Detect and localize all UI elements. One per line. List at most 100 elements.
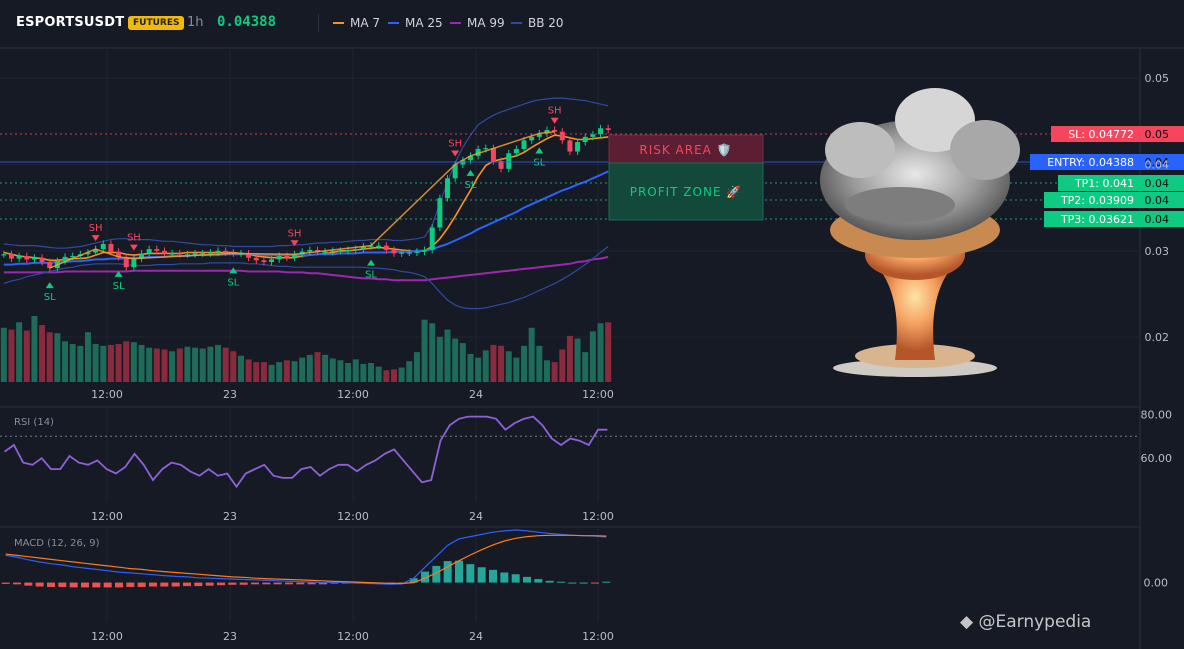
volume-bar [276, 362, 283, 382]
macd-histogram-bar [24, 582, 33, 586]
volume-bar [314, 352, 321, 382]
macd-title: MACD (12, 26, 9) [14, 538, 100, 549]
volume-bar [536, 345, 543, 382]
volume-bar [475, 357, 482, 382]
rsi-title: RSI (14) [14, 417, 54, 428]
swing-low-label: SL [465, 180, 477, 191]
level-label: SL: 0.04772 [1068, 128, 1134, 141]
volume-bar [23, 330, 30, 382]
candle-body [483, 148, 489, 150]
candle-body [437, 198, 443, 228]
candle-body [322, 251, 328, 253]
candle-body [582, 136, 588, 143]
x-tick-label: 12:00 [582, 388, 614, 401]
volume-bar [207, 346, 214, 382]
swing-low-arrow-icon [367, 259, 376, 266]
candle-body [490, 148, 496, 162]
volume-bar [444, 329, 451, 382]
volume-bar [237, 355, 244, 382]
swing-high-arrow-icon [91, 235, 100, 242]
volume-bar [115, 344, 122, 382]
volume-bar [406, 361, 413, 382]
volume-bar [283, 360, 290, 382]
candle-body [8, 254, 14, 259]
x-tick-label: 12:00 [337, 630, 369, 643]
level-label: TP3: 0.03621 [1060, 213, 1134, 226]
x-tick-label: 12:00 [91, 388, 123, 401]
swing-high-arrow-icon [451, 150, 460, 157]
x-tick-label: 12:00 [91, 630, 123, 643]
rsi-y-tick-label: 60.00 [1141, 452, 1173, 465]
macd-histogram-bar [228, 582, 237, 585]
candle-body [16, 255, 22, 259]
candle-body [529, 136, 535, 141]
macd-histogram-bar [251, 582, 259, 585]
candle-body [70, 255, 76, 258]
profit-zone-label: PROFIT ZONE 🚀 [630, 185, 743, 199]
volume-bar [505, 351, 512, 382]
swing-low-label: SL [44, 292, 56, 303]
macd-histogram-bar [92, 582, 101, 588]
swing-low-label: SL [533, 157, 545, 168]
swing-low-label: SL [113, 281, 125, 292]
macd-histogram-bar [35, 582, 44, 587]
volume-bars [0, 316, 612, 382]
candle-body [131, 258, 137, 268]
macd-histogram-bar [443, 561, 452, 583]
level-axis-label: 0.04 [1145, 194, 1170, 207]
macd-histogram-bar [602, 581, 611, 583]
macd-histogram-bar [557, 581, 565, 583]
x-tick-label: 12:00 [582, 510, 614, 523]
macd-histogram-bar [171, 582, 180, 587]
volume-bar [513, 357, 520, 382]
macd-pane: MACD (12, 26, 9) 0.00 [1, 529, 1168, 590]
volume-bar [100, 345, 107, 382]
volume-bar [467, 353, 474, 382]
volume-bar [153, 348, 160, 382]
macd-histogram-bar [511, 574, 520, 583]
candle-body [261, 260, 267, 263]
volume-bar [360, 363, 367, 382]
macd-histogram-bar [103, 582, 112, 588]
candle-body [192, 253, 198, 255]
macd-histogram-bar [307, 582, 316, 585]
candle-body [575, 142, 581, 152]
candle-body [284, 255, 290, 258]
macd-histogram-bar [1, 582, 10, 584]
level-label: ENTRY: 0.04388 [1047, 156, 1134, 169]
volume-bar [436, 336, 443, 382]
volume-bar [245, 359, 252, 382]
volume-bar [31, 316, 38, 382]
volume-bar [84, 332, 91, 382]
swing-high-label: SH [89, 223, 103, 234]
macd-histogram-bar [489, 569, 497, 583]
x-tick-label: 12:00 [91, 510, 123, 523]
volume-bar [459, 343, 466, 382]
volume-bar [329, 358, 336, 382]
candle-body [559, 131, 565, 141]
volume-bar [146, 347, 153, 382]
volume-bar [597, 323, 604, 382]
candle-body [353, 249, 359, 251]
swing-high-label: SH [127, 233, 141, 244]
level-axis-label: 0.04 [1145, 213, 1170, 226]
volume-bar [559, 349, 566, 382]
volume-bar [39, 325, 46, 382]
volume-bar [574, 338, 581, 382]
rsi-line [4, 415, 608, 489]
volume-bar [482, 350, 489, 382]
volume-bar [345, 363, 352, 382]
candle-body [207, 252, 213, 254]
macd-histogram-bar [149, 582, 157, 587]
macd-histogram-bar [194, 582, 203, 587]
volume-bar [69, 344, 76, 382]
volume-bar [16, 322, 23, 382]
macd-histogram-bar [58, 582, 67, 587]
swing-low-label: SL [365, 270, 377, 281]
macd-histogram-bar [591, 582, 599, 584]
level-axis-label: 0.05 [1145, 128, 1170, 141]
volume-bar [352, 359, 359, 382]
chart-canvas[interactable]: SH SH SH SH SH SL SL SL SL SL SL SL: 0.04772 0.05 EN… [0, 0, 1184, 649]
volume-bar [398, 367, 405, 382]
volume-bar [452, 338, 459, 382]
